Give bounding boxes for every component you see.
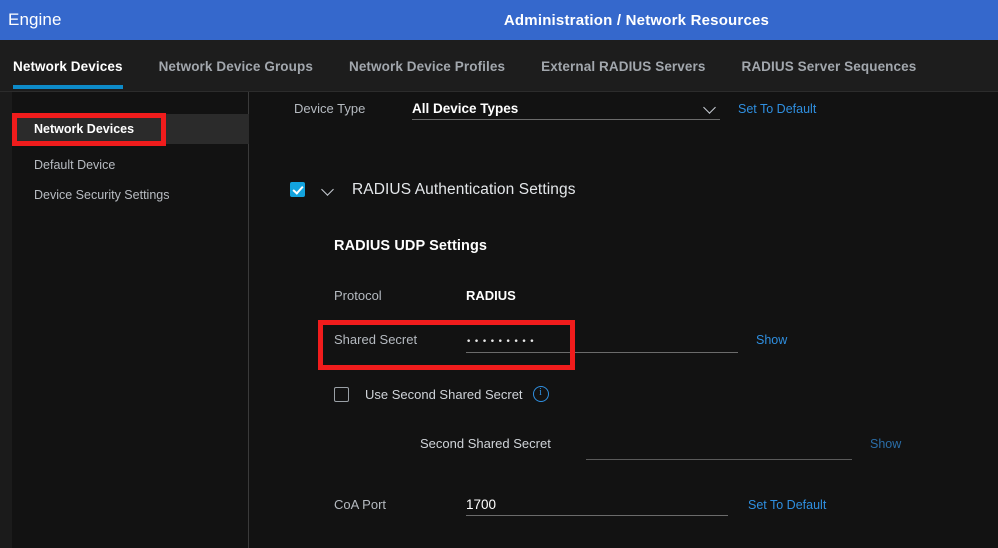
device-type-row: Device Type All Device Types Set To Defa… xyxy=(294,98,894,120)
shared-secret-label: Shared Secret xyxy=(334,331,418,347)
shared-secret-show-link[interactable]: Show xyxy=(756,333,787,347)
radius-auth-settings-header[interactable]: RADIUS Authentication Settings xyxy=(290,180,576,198)
tab-network-devices[interactable]: Network Devices xyxy=(13,40,123,92)
coa-port-set-to-default-link[interactable]: Set To Default xyxy=(748,498,826,512)
chevron-down-icon[interactable] xyxy=(322,184,334,196)
protocol-value: RADIUS xyxy=(466,288,516,303)
info-icon[interactable]: i xyxy=(532,386,549,402)
sidebar-list: Network Devices Default Device Device Secu… xyxy=(12,114,249,210)
tab-external-radius-servers[interactable]: External RADIUS Servers xyxy=(541,40,705,92)
sidebar-item-label: Default Device xyxy=(34,158,116,172)
protocol-row: Protocol RADIUS xyxy=(334,288,516,303)
tab-list: Network Devices Network Device Groups Netw… xyxy=(13,40,952,92)
sidebar-item-default-device[interactable]: Default Device xyxy=(12,150,249,180)
main-content: Device Type All Device Types Set To Defa… xyxy=(250,92,998,548)
device-type-label: Device Type xyxy=(294,101,366,116)
shared-secret-input[interactable]: ••••••••• xyxy=(466,331,738,353)
app-window: Engine Administration / Network Resource… xyxy=(0,0,998,548)
chevron-down-icon[interactable] xyxy=(704,102,716,114)
sidebar-item-device-security-settings[interactable]: Device Security Settings xyxy=(12,180,249,210)
app-header: Engine Administration / Network Resource… xyxy=(0,0,998,40)
sidebar-item-network-devices[interactable]: Network Devices xyxy=(12,114,249,144)
device-type-value: All Device Types xyxy=(412,101,519,116)
second-shared-secret-label: Second Shared Secret xyxy=(420,436,551,451)
use-second-shared-secret-row[interactable]: Use Second Shared Secret i xyxy=(334,386,549,402)
sidebar: Network Devices Default Device Device Secu… xyxy=(12,92,249,548)
radius-auth-settings-title: RADIUS Authentication Settings xyxy=(352,181,576,198)
coa-port-label: CoA Port xyxy=(334,497,387,512)
device-type-select[interactable]: All Device Types xyxy=(412,98,720,120)
radius-udp-settings-title: RADIUS UDP Settings xyxy=(334,238,488,254)
second-shared-secret-row: Second Shared Secret Show xyxy=(420,436,980,460)
radius-auth-settings-checkbox[interactable] xyxy=(290,181,305,197)
coa-port-input[interactable]: 1700 xyxy=(466,494,728,516)
tab-network-device-profiles[interactable]: Network Device Profiles xyxy=(349,40,505,92)
second-shared-secret-input[interactable] xyxy=(586,438,852,460)
use-second-shared-secret-label: Use Second Shared Secret xyxy=(365,386,523,402)
shared-secret-row: Shared Secret ••••••••• Show xyxy=(334,331,954,353)
sidebar-item-label: Network Devices xyxy=(34,122,135,136)
tab-network-device-groups[interactable]: Network Device Groups xyxy=(159,40,313,92)
second-shared-secret-show-link[interactable]: Show xyxy=(870,437,901,451)
tab-bar: Network Devices Network Device Groups Netw… xyxy=(0,40,998,92)
sidebar-item-label: Device Security Settings xyxy=(34,188,170,202)
use-second-shared-secret-checkbox[interactable] xyxy=(334,386,349,402)
page-title: Administration / Network Resources xyxy=(503,11,770,29)
left-gutter xyxy=(0,92,12,548)
tab-radius-server-sequences[interactable]: RADIUS Server Sequences xyxy=(741,40,916,92)
coa-port-value: 1700 xyxy=(466,497,497,512)
coa-port-row: CoA Port 1700 Set To Default xyxy=(334,494,954,516)
device-type-set-to-default-link[interactable]: Set To Default xyxy=(738,102,816,116)
shared-secret-value: ••••••••• xyxy=(466,336,538,347)
protocol-label: Protocol xyxy=(334,288,382,303)
